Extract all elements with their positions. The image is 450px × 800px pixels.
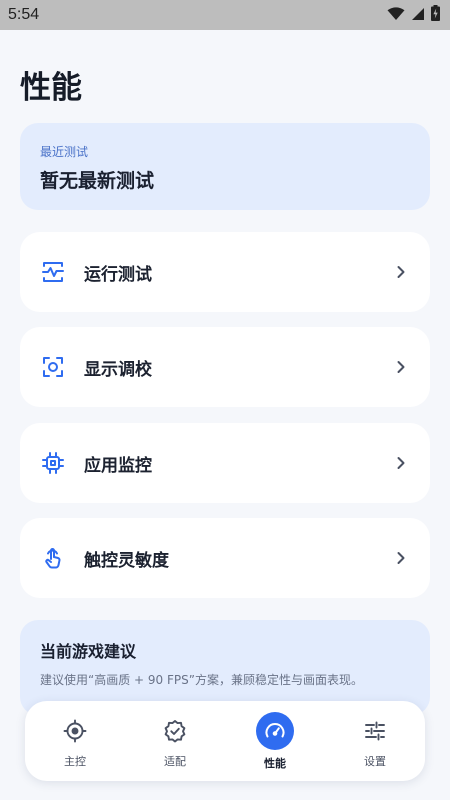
status-time: 5:54	[8, 6, 40, 23]
nav-item-settings[interactable]: 设置	[335, 714, 415, 769]
menu-item-label: 运行测试	[84, 264, 152, 285]
nav-label: 性能	[264, 756, 286, 770]
wifi-icon	[387, 6, 405, 25]
nav-label: 设置	[364, 754, 386, 768]
bottom-nav: 主控 适配 性能 设置	[25, 701, 425, 781]
menu-item-label: 触控灵敏度	[84, 550, 169, 571]
suggestion-text: 建议使用“高画质 + 90 FPS”方案，兼顾稳定性与画面表现。	[40, 673, 363, 687]
menu-item-display-tuning[interactable]: 显示调校	[20, 327, 430, 407]
pulse-icon	[40, 259, 66, 285]
menu-item-app-monitor[interactable]: 应用监控	[20, 423, 430, 503]
nav-label: 主控	[64, 754, 86, 768]
menu-item-run-test[interactable]: 运行测试	[20, 232, 430, 312]
battery-icon	[431, 5, 440, 25]
page-title: 性能	[20, 70, 82, 106]
menu-item-label: 应用监控	[84, 455, 152, 476]
target-icon	[58, 714, 92, 748]
suggestion-title: 当前游戏建议	[40, 642, 137, 661]
menu-item-touch-sensitivity[interactable]: 触控灵敏度	[20, 518, 430, 598]
status-icons	[387, 5, 440, 25]
chevron-right-icon	[394, 551, 408, 565]
nav-item-adapt[interactable]: 适配	[135, 714, 215, 769]
speedometer-icon	[256, 711, 294, 750]
signal-icon	[411, 6, 425, 25]
recent-test-card: 最近测试 暂无最新测试	[20, 123, 430, 210]
recent-test-label: 最近测试	[40, 145, 89, 159]
screen-focus-icon	[40, 354, 66, 380]
badge-check-icon	[158, 714, 192, 748]
touch-icon	[40, 545, 66, 571]
chevron-right-icon	[394, 456, 408, 470]
nav-item-main-control[interactable]: 主控	[35, 714, 115, 769]
chevron-right-icon	[394, 265, 408, 279]
menu-item-label: 显示调校	[84, 359, 152, 380]
chevron-right-icon	[394, 360, 408, 374]
nav-item-performance[interactable]: 性能	[235, 711, 315, 771]
status-bar: 5:54	[0, 0, 450, 30]
chip-icon	[40, 450, 66, 476]
nav-label: 适配	[164, 754, 186, 768]
recent-test-value: 暂无最新测试	[40, 170, 155, 192]
sliders-icon	[358, 714, 392, 748]
